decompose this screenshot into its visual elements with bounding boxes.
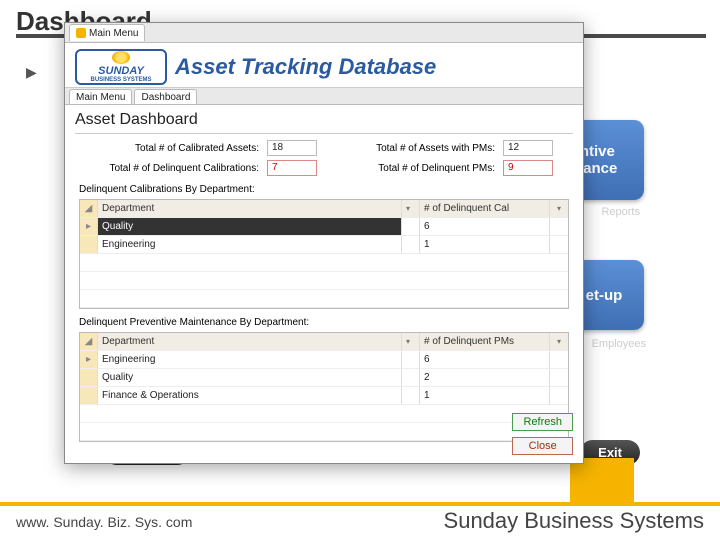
sort-icon[interactable]: ▾ xyxy=(550,200,568,218)
grid-delinquent-calibrations[interactable]: ◢ Department ▾ # of Delinquent Cal ▾ ▸ Q… xyxy=(79,199,569,309)
row-selector[interactable]: ▸ xyxy=(80,351,98,369)
app-icon xyxy=(76,28,86,38)
accent-block xyxy=(570,458,634,506)
col-count[interactable]: # of Delinquent Cal xyxy=(420,200,550,218)
table-row[interactable]: Finance & Operations 1 xyxy=(80,387,568,405)
sublabel-reports[interactable]: Reports xyxy=(601,206,640,218)
empty-row xyxy=(80,423,568,441)
section-label-calibrations: Delinquent Calibrations By Department: xyxy=(65,182,583,197)
table-row[interactable]: ▸ Engineering 6 xyxy=(80,351,568,369)
select-all-icon[interactable]: ◢ xyxy=(80,333,98,351)
cell-department: Finance & Operations xyxy=(98,387,402,405)
value-delinquent-calibrations: 7 xyxy=(267,160,317,176)
col-department[interactable]: Department xyxy=(98,200,402,218)
cell-count: 1 xyxy=(420,236,550,254)
empty-row xyxy=(80,254,568,272)
section-label-pm: Delinquent Preventive Maintenance By Dep… xyxy=(65,315,583,330)
footer-url: www. Sunday. Biz. Sys. com xyxy=(16,514,192,530)
refresh-button[interactable]: Refresh xyxy=(512,413,573,431)
close-button[interactable]: Close xyxy=(512,437,573,455)
brand-sub: BUSINESS SYSTEMS xyxy=(90,77,151,83)
table-row[interactable]: Engineering 1 xyxy=(80,236,568,254)
button-group: Refresh Close xyxy=(512,413,573,455)
cell-count: 6 xyxy=(420,218,550,236)
asset-dashboard-window: Main Menu SUNDAY BUSINESS SYSTEMS Asset … xyxy=(64,22,584,464)
footer-divider xyxy=(0,502,720,506)
tab-label: Main Menu xyxy=(89,28,138,39)
cell-department: Quality xyxy=(98,369,402,387)
row-selector[interactable] xyxy=(80,236,98,254)
tab-dashboard[interactable]: Dashboard xyxy=(134,89,197,104)
tab-label: Main Menu xyxy=(76,92,125,103)
grid-header: ◢ Department ▾ # of Delinquent Cal ▾ xyxy=(80,200,568,218)
window-tabbar: Main Menu Dashboard xyxy=(65,87,583,105)
footer-brand: Sunday Business Systems xyxy=(444,508,704,534)
brand-name: SUNDAY xyxy=(98,65,144,77)
sort-icon[interactable]: ▾ xyxy=(402,200,420,218)
cell-department: Engineering xyxy=(98,236,402,254)
table-row[interactable]: Quality 2 xyxy=(80,369,568,387)
empty-row xyxy=(80,405,568,423)
sort-icon[interactable]: ▾ xyxy=(402,333,420,351)
tab-main-menu-outer[interactable]: Main Menu xyxy=(69,24,145,41)
sort-icon[interactable]: ▾ xyxy=(550,333,568,351)
value-calibrated-assets: 18 xyxy=(267,140,317,156)
cell-count: 1 xyxy=(420,387,550,405)
row-selector[interactable] xyxy=(80,387,98,405)
grid-delinquent-pm[interactable]: ◢ Department ▾ # of Delinquent PMs ▾ ▸ E… xyxy=(79,332,569,442)
empty-row xyxy=(80,290,568,308)
label-delinquent-calibrations: Total # of Delinquent Calibrations: xyxy=(79,163,259,174)
table-row[interactable]: ▸ Quality 6 xyxy=(80,218,568,236)
tab-label: Dashboard xyxy=(141,92,190,103)
stats-grid: Total # of Calibrated Assets: 18 Total #… xyxy=(65,140,583,182)
label-assets-with-pms: Total # of Assets with PMs: xyxy=(325,143,495,154)
value-delinquent-pms: 9 xyxy=(503,160,553,176)
grid-header: ◢ Department ▾ # of Delinquent PMs ▾ xyxy=(80,333,568,351)
brand-logo: SUNDAY BUSINESS SYSTEMS xyxy=(75,49,167,85)
label-delinquent-pms: Total # of Delinquent PMs: xyxy=(325,163,495,174)
select-all-icon[interactable]: ◢ xyxy=(80,200,98,218)
empty-row xyxy=(80,272,568,290)
row-selector[interactable] xyxy=(80,369,98,387)
value-assets-with-pms: 12 xyxy=(503,140,553,156)
sublabel-employees[interactable]: Employees xyxy=(592,338,646,350)
row-selector[interactable]: ▸ xyxy=(80,218,98,236)
bullet-icon: ▶ xyxy=(26,64,37,81)
col-department[interactable]: Department xyxy=(98,333,402,351)
cell-count: 6 xyxy=(420,351,550,369)
cell-count: 2 xyxy=(420,369,550,387)
col-count[interactable]: # of Delinquent PMs xyxy=(420,333,550,351)
brand-title: Asset Tracking Database xyxy=(175,54,436,80)
panel-title: Asset Dashboard xyxy=(65,105,583,133)
cell-department: Quality xyxy=(98,218,402,236)
sun-icon xyxy=(112,51,130,64)
cell-department: Engineering xyxy=(98,351,402,369)
outer-tabbar: Main Menu xyxy=(65,23,583,43)
tab-main-menu[interactable]: Main Menu xyxy=(69,89,132,104)
label-calibrated-assets: Total # of Calibrated Assets: xyxy=(79,143,259,154)
brand-header: SUNDAY BUSINESS SYSTEMS Asset Tracking D… xyxy=(65,43,583,87)
divider xyxy=(75,133,573,134)
